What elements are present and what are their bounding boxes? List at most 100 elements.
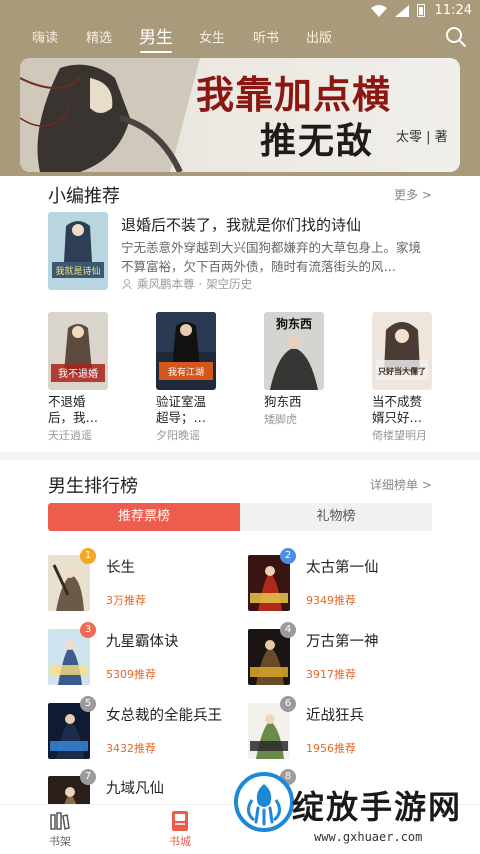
book-name-line1: 当不成赘 xyxy=(372,394,423,409)
ranking-detail-link[interactable]: 详细榜单 > xyxy=(370,476,432,493)
book-author: 夕阳晚谣 xyxy=(156,429,200,442)
cover-text: 狗东西 xyxy=(276,316,312,331)
tab-haidu[interactable]: 嗨读 xyxy=(32,27,58,46)
cover-text: 只好当大儒了 xyxy=(378,366,426,376)
bottom-nav-label: 书架 xyxy=(49,835,71,848)
rank-votes: 1956推荐 xyxy=(306,742,356,755)
banner-title-line1: 我靠加点横 xyxy=(196,72,392,117)
book-name-line2: 超导；… xyxy=(156,410,207,425)
book-name: 当不成赘 婿只好… xyxy=(372,394,442,426)
bookstore-icon xyxy=(172,811,188,831)
book-card[interactable]: 我有江湖 验证室温 超导；… 夕阳晚谣 xyxy=(156,312,226,443)
book-author: 矮脚虎 xyxy=(264,413,297,426)
editor-picks-title: 小编推荐 xyxy=(48,186,120,207)
book-card[interactable]: 狗东西 狗东西 矮脚虎 xyxy=(264,312,334,427)
status-bar: 11:24 xyxy=(0,0,480,22)
rank-badge: 7 xyxy=(80,769,96,785)
rank-badge: 5 xyxy=(80,696,96,712)
feature-book-meta: 乘风鹏本尊 · 架空历史 xyxy=(121,276,252,292)
book-name-line1: 狗东西 xyxy=(264,394,302,409)
rank-title: 万古第一神 xyxy=(306,634,379,650)
rank-cover xyxy=(248,703,290,759)
meta-separator: · xyxy=(198,277,203,291)
book-name-line2: 后，我… xyxy=(48,410,99,425)
bottom-nav-label: 书城 xyxy=(169,835,191,848)
rank-badge: 4 xyxy=(280,622,296,638)
cover-text: 我不退婚 xyxy=(58,367,98,380)
tab-audiobooks[interactable]: 听书 xyxy=(253,27,279,46)
tab-recommend-votes[interactable]: 推荐票榜 xyxy=(48,503,240,531)
battery-icon xyxy=(416,4,425,17)
tab-publishing[interactable]: 出版 xyxy=(306,27,332,46)
feature-book-cover[interactable]: 我就是诗仙 xyxy=(48,212,108,290)
search-icon[interactable] xyxy=(444,25,468,49)
book-cover: 狗东西 xyxy=(264,312,324,390)
ranking-title: 男生排行榜 xyxy=(48,476,138,497)
rank-cover xyxy=(248,629,290,685)
rank-badge: 2 xyxy=(280,548,296,564)
watermark-text: 绽放手游网 xyxy=(292,788,463,826)
rank-votes: 5309推荐 xyxy=(106,668,156,681)
feature-book-category: 架空历史 xyxy=(206,277,253,291)
rank-cover xyxy=(48,703,90,759)
feature-cover-text: 我就是诗仙 xyxy=(55,265,100,277)
book-cover: 只好当大儒了 xyxy=(372,312,432,390)
rank-item[interactable]: 6 近战狂兵 1956推荐 xyxy=(248,696,448,763)
watermark: 绽放手游网 www.gxhuaer.com xyxy=(234,772,480,854)
ranking-tabs: 推荐票榜 礼物榜 xyxy=(48,503,432,531)
book-author: 天迁逍遥 xyxy=(48,429,92,442)
tab-gifts[interactable]: 礼物榜 xyxy=(240,503,432,531)
active-tab-indicator xyxy=(140,51,172,53)
rank-badge: 3 xyxy=(80,622,96,638)
status-time: 11:24 xyxy=(434,3,472,18)
book-name-line1: 验证室温 xyxy=(156,394,207,409)
tab-female[interactable]: 女生 xyxy=(199,27,225,46)
tab-male[interactable]: 男生 xyxy=(139,23,173,48)
book-cover: 我不退婚 xyxy=(48,312,108,390)
rank-title: 长生 xyxy=(106,560,135,576)
book-card[interactable]: 我不退婚 不退婚 后，我… 天迁逍遥 xyxy=(48,312,118,443)
rank-cover xyxy=(248,555,290,611)
feature-book-title[interactable]: 退婚后不装了，我就是你们找的诗仙 xyxy=(121,214,361,235)
book-name-line2: 婿只好… xyxy=(372,410,423,425)
book-name-line1: 不退婚 xyxy=(48,394,86,409)
wifi-icon xyxy=(370,4,387,17)
rank-item[interactable]: 3 九星霸体诀 5309推荐 xyxy=(48,622,248,689)
rank-cover xyxy=(48,555,90,611)
rank-votes: 3432推荐 xyxy=(106,742,156,755)
rank-badge: 6 xyxy=(280,696,296,712)
bottom-nav-bookshelf[interactable]: 书架 xyxy=(30,809,90,849)
rank-votes: 9349推荐 xyxy=(306,594,356,607)
tab-featured[interactable]: 精选 xyxy=(86,27,112,46)
section-divider xyxy=(0,452,480,460)
editor-picks-more-link[interactable]: 更多 > xyxy=(394,186,432,203)
book-name: 狗东西 xyxy=(264,394,334,410)
watermark-logo xyxy=(234,772,294,832)
rank-cover xyxy=(48,629,90,685)
promo-banner[interactable]: 我靠加点横 推无敌 太零 | 著 xyxy=(20,58,460,172)
book-name: 不退婚 后，我… xyxy=(48,394,118,426)
cover-text: 我有江湖 xyxy=(168,366,204,378)
status-icons: 11:24 xyxy=(370,3,472,18)
author-icon xyxy=(122,279,132,290)
rank-item[interactable]: 5 女总裁的全能兵王 3432推荐 xyxy=(48,696,248,763)
book-card[interactable]: 只好当大儒了 当不成赘 婿只好… 倚楼望明月 xyxy=(372,312,442,443)
bottom-nav-bookstore[interactable]: 书城 xyxy=(150,809,210,849)
rank-title: 女总裁的全能兵王 xyxy=(106,708,222,724)
feature-book-author: 乘风鹏本尊 xyxy=(137,277,195,291)
rank-item[interactable]: 4 万古第一神 3917推荐 xyxy=(248,622,448,689)
rank-title: 近战狂兵 xyxy=(306,708,364,724)
rank-badge: 1 xyxy=(80,548,96,564)
banner-character-art xyxy=(20,58,200,172)
watermark-url: www.gxhuaer.com xyxy=(314,830,423,844)
rank-title: 九域凡仙 xyxy=(106,781,164,797)
rank-votes: 3917推荐 xyxy=(306,668,356,681)
rank-votes: 3万推荐 xyxy=(106,594,146,607)
banner-author: 太零 | 著 xyxy=(396,130,448,145)
feature-book-desc: 宁无恙意外穿越到大兴国狗都嫌弃的大草包身上。家境不算富裕，欠下百两外债，随时有流… xyxy=(121,240,422,274)
top-nav: 嗨读 精选 男生 女生 听书 出版 xyxy=(0,22,480,56)
book-author: 倚楼望明月 xyxy=(372,429,427,442)
rank-item[interactable]: 2 太古第一仙 9349推荐 xyxy=(248,548,448,615)
rank-item[interactable]: 1 长生 3万推荐 xyxy=(48,548,248,615)
book-name: 验证室温 超导；… xyxy=(156,394,226,426)
